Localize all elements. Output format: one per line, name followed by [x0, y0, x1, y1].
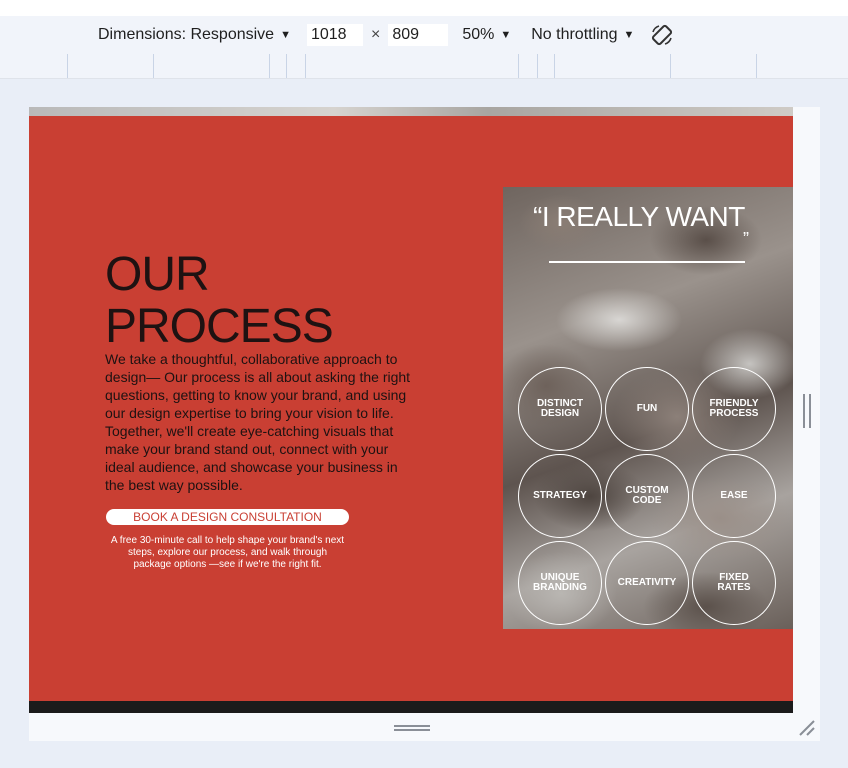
feature-label: CREATIVITY	[617, 577, 677, 588]
feature-label: FRIENDLY PROCESS	[709, 398, 759, 419]
quote-close-mark: ”	[743, 229, 749, 249]
height-input[interactable]	[388, 24, 449, 46]
caret-down-icon: ▼	[280, 29, 291, 41]
zoom-dropdown[interactable]: 50% ▼	[462, 26, 511, 44]
feature-label: CUSTOM CODE	[625, 485, 669, 506]
page-bottom-bar	[29, 701, 793, 713]
ruler-tick	[518, 54, 519, 78]
page-title-line-2: PROCESS	[105, 300, 334, 353]
feature-circle-distinct-design: DISTINCT DESIGN	[518, 367, 602, 451]
media-query-ruler[interactable]	[0, 54, 848, 79]
corner-resize-handle-icon[interactable]	[798, 719, 816, 737]
right-resize-handle[interactable]	[803, 394, 811, 428]
top-image-strip	[29, 107, 793, 116]
feature-circle-fixed-rates: FIXED RATES	[692, 541, 776, 625]
times-symbol: ×	[370, 26, 381, 43]
feature-circle-ease: EASE	[692, 454, 776, 538]
device-toolbar: Dimensions: Responsive ▼ × 50% ▼ No thro…	[0, 16, 848, 55]
rocks-photo-panel: “I REALLY WANT ” DISTINCT DESIGN FUN FRI…	[503, 187, 793, 629]
feature-label: UNIQUE BRANDING	[533, 572, 587, 593]
feature-label: FUN	[636, 403, 658, 414]
feature-circle-fun: FUN	[605, 367, 689, 451]
throttling-label: No throttling	[531, 26, 618, 43]
consultation-note: A free 30-minute call to help shape your…	[110, 535, 345, 570]
ruler-tick	[269, 54, 270, 78]
feature-label: FIXED RATES	[717, 572, 751, 593]
emulated-page: OUR PROCESS We take a thoughtful, collab…	[29, 107, 793, 713]
bottom-resize-handle[interactable]	[394, 725, 430, 731]
book-consultation-button[interactable]: BOOK A DESIGN CONSULTATION	[106, 509, 349, 525]
feature-circle-friendly-process: FRIENDLY PROCESS	[692, 367, 776, 451]
width-input[interactable]	[306, 24, 363, 46]
caret-down-icon: ▼	[623, 29, 635, 41]
dimensions-dropdown[interactable]: Dimensions: Responsive ▼	[98, 26, 291, 44]
rotate-button[interactable]	[650, 23, 674, 47]
ruler-tick	[670, 54, 671, 78]
feature-circle-creativity: CREATIVITY	[605, 541, 689, 625]
feature-circle-unique-branding: UNIQUE BRANDING	[518, 541, 602, 625]
process-description: We take a thoughtful, collaborative appr…	[105, 351, 411, 493]
dimensions-label: Dimensions: Responsive	[98, 26, 275, 43]
ruler-tick	[67, 54, 68, 78]
feature-circle-strategy: STRATEGY	[518, 454, 602, 538]
feature-label: STRATEGY	[533, 490, 587, 501]
ruler-tick	[286, 54, 287, 78]
caret-down-icon: ▼	[500, 29, 512, 41]
quote-heading: “I REALLY WANT	[533, 201, 745, 232]
throttling-dropdown[interactable]: No throttling ▼	[531, 26, 634, 44]
ruler-tick	[305, 54, 306, 78]
page-title: OUR PROCESS	[105, 248, 334, 353]
ruler-tick	[153, 54, 154, 78]
feature-label: EASE	[720, 490, 748, 501]
rotate-icon	[652, 24, 673, 46]
page-title-line-1: OUR	[105, 248, 210, 301]
feature-label: DISTINCT DESIGN	[536, 398, 584, 419]
ruler-tick	[537, 54, 538, 78]
feature-circle-custom-code: CUSTOM CODE	[605, 454, 689, 538]
zoom-label: 50%	[462, 26, 495, 43]
ruler-tick	[756, 54, 757, 78]
ruler-tick	[554, 54, 555, 78]
quote-divider	[549, 261, 745, 263]
